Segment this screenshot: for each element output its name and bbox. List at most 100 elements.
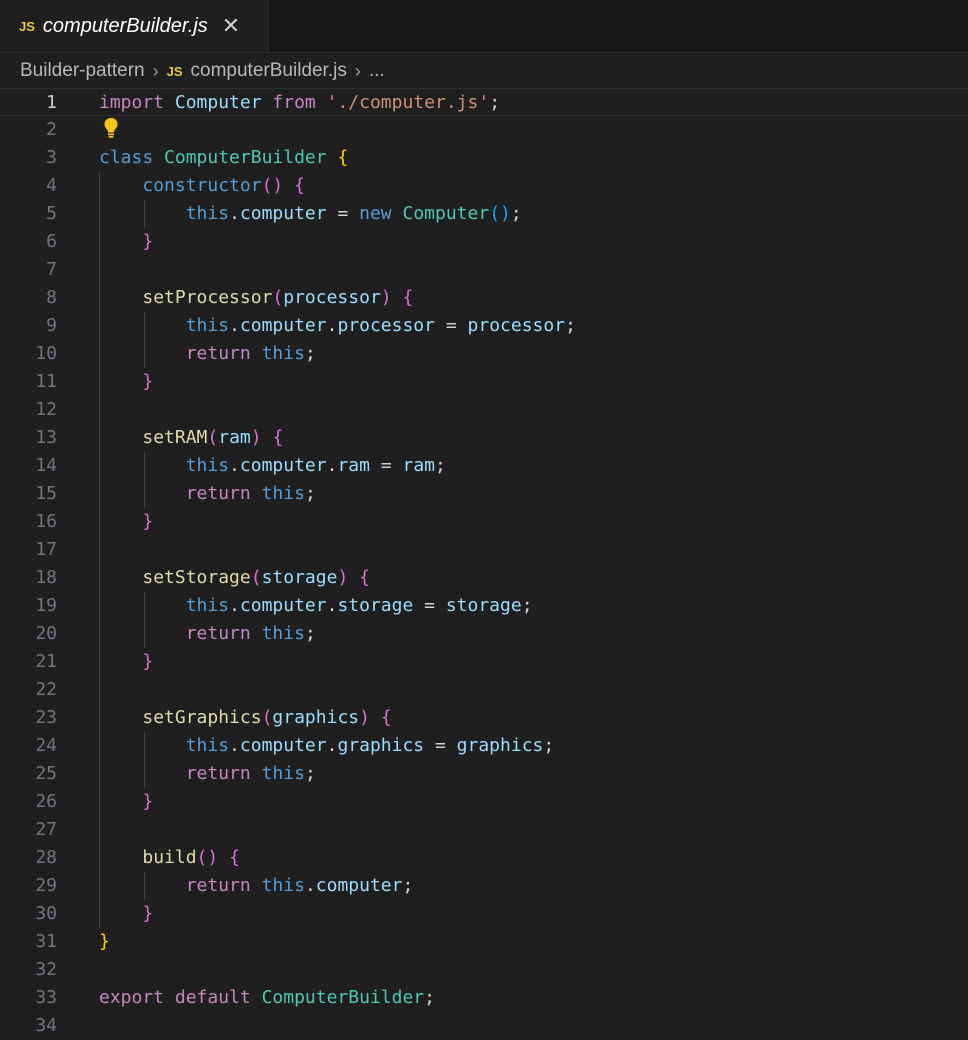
code-token: } — [142, 231, 154, 252]
code-line[interactable]: 10 return this; — [0, 340, 968, 368]
code-line[interactable]: 33 export default ComputerBuilder; — [0, 984, 968, 1012]
code-token: computer — [239, 595, 327, 616]
indent-guide — [144, 452, 145, 508]
code-line[interactable]: 16 } — [0, 508, 968, 536]
code-line[interactable]: 2 — [0, 116, 968, 144]
code-line[interactable]: 25 return this; — [0, 760, 968, 788]
code-token: setStorage — [142, 567, 251, 588]
code-text: this.computer.storage = storage; — [99, 592, 533, 620]
code-line[interactable]: 6 } — [0, 228, 968, 256]
code-line[interactable]: 12 — [0, 396, 968, 424]
line-number: 26 — [35, 791, 57, 812]
code-token: this — [185, 455, 230, 476]
code-token: () — [196, 847, 219, 868]
line-number: 21 — [35, 651, 57, 672]
code-token: return — [185, 623, 251, 644]
code-line[interactable]: 7 — [0, 256, 968, 284]
code-text: setStorage(storage) { — [99, 564, 370, 592]
code-editor[interactable]: 1 import Computer from './computer.js'; 2 3… — [0, 88, 968, 1036]
code-line[interactable]: 17 — [0, 536, 968, 564]
code-token: Computer — [174, 92, 262, 113]
close-icon[interactable]: ✕ — [222, 15, 240, 37]
code-line[interactable]: 19 this.computer.storage = storage; — [0, 592, 968, 620]
breadcrumb-symbol[interactable]: ... — [369, 60, 385, 82]
code-line[interactable]: 23 setGraphics(graphics) { — [0, 704, 968, 732]
code-line[interactable]: 24 this.computer.graphics = graphics; — [0, 732, 968, 760]
code-token: . — [304, 875, 316, 896]
breadcrumb-file[interactable]: computerBuilder.js — [191, 60, 347, 82]
line-number: 1 — [46, 92, 57, 113]
code-token: } — [99, 931, 110, 952]
code-line[interactable]: 18 setStorage(storage) { — [0, 564, 968, 592]
code-token: } — [142, 903, 154, 924]
line-number: 19 — [35, 595, 57, 616]
code-line[interactable]: 3 class ComputerBuilder { — [0, 144, 968, 172]
code-line[interactable]: 1 import Computer from './computer.js'; — [0, 88, 968, 116]
code-token: this — [261, 483, 305, 504]
code-token: this — [261, 623, 305, 644]
code-line[interactable]: 21 } — [0, 648, 968, 676]
line-number: 16 — [35, 511, 57, 532]
code-token: ; — [435, 455, 446, 476]
lightbulb-icon[interactable] — [103, 117, 119, 139]
code-token: ; — [510, 203, 522, 224]
code-token: graphics — [272, 707, 360, 728]
line-number: 9 — [46, 315, 57, 336]
code-line[interactable]: 8 setProcessor(processor) { — [0, 284, 968, 312]
code-token: { — [294, 175, 305, 196]
code-text: } — [99, 368, 153, 396]
code-line[interactable]: 22 — [0, 676, 968, 704]
js-file-icon: JS — [166, 63, 183, 79]
code-line[interactable]: 11 } — [0, 368, 968, 396]
line-number: 32 — [35, 959, 57, 980]
code-line[interactable]: 4 constructor() { — [0, 172, 968, 200]
code-token: ; — [424, 987, 435, 1008]
breadcrumb-folder[interactable]: Builder-pattern — [20, 60, 145, 82]
code-line[interactable]: 15 return this; — [0, 480, 968, 508]
code-text: } — [99, 508, 153, 536]
code-line[interactable]: 32 — [0, 956, 968, 984]
indent-guide — [144, 592, 145, 648]
code-token: = — [369, 455, 403, 476]
code-line[interactable]: 30 } — [0, 900, 968, 928]
line-number: 10 — [35, 343, 57, 364]
code-line[interactable]: 31} — [0, 928, 968, 956]
code-token: } — [142, 371, 154, 392]
code-line[interactable]: 28 build() { — [0, 844, 968, 872]
code-line[interactable]: 29 return this.computer; — [0, 872, 968, 900]
js-file-icon: JS — [19, 18, 35, 34]
code-line[interactable]: 20 return this; — [0, 620, 968, 648]
line-number: 15 — [35, 483, 57, 504]
code-token: ) — [359, 707, 370, 728]
code-line[interactable]: 5 this.computer = new Computer(); — [0, 200, 968, 228]
code-token: . — [326, 455, 338, 476]
code-line[interactable]: 13 setRAM(ram) { — [0, 424, 968, 452]
code-token: computer — [239, 315, 327, 336]
code-token: processor — [283, 287, 381, 308]
code-token: ) — [250, 427, 262, 448]
code-line[interactable]: 9 this.computer.processor = processor; — [0, 312, 968, 340]
code-token: storage — [261, 567, 338, 588]
code-token: { — [337, 147, 349, 168]
code-token: this — [261, 763, 305, 784]
line-number: 2 — [46, 119, 57, 140]
code-token: ; — [304, 763, 316, 784]
code-line[interactable]: 14 this.computer.ram = ram; — [0, 452, 968, 480]
line-number: 7 — [46, 259, 57, 280]
code-line[interactable]: 26 } — [0, 788, 968, 816]
code-line[interactable]: 27 — [0, 816, 968, 844]
tab-computerbuilder[interactable]: JS computerBuilder.js ✕ — [0, 0, 269, 52]
code-token: ; — [304, 483, 316, 504]
code-line[interactable]: 34 — [0, 1012, 968, 1040]
